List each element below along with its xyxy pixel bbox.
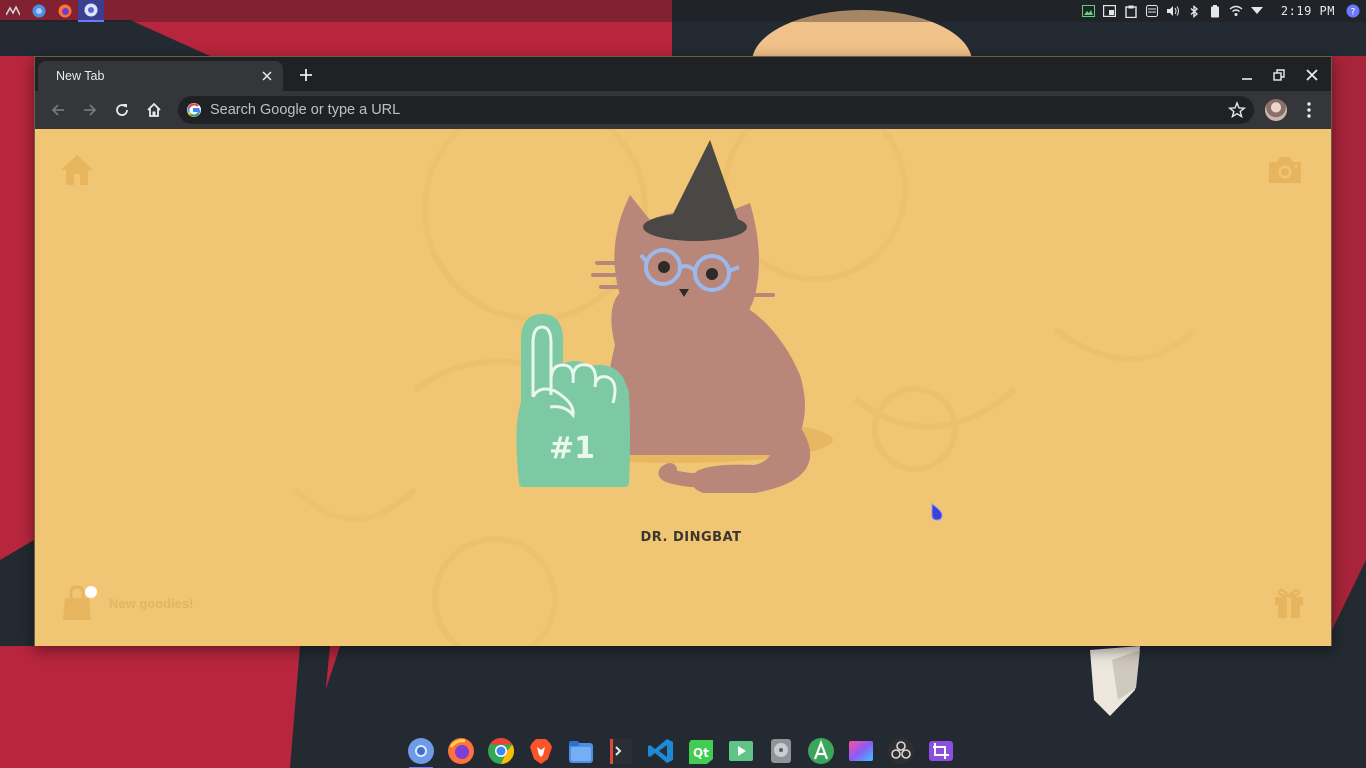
battery-icon[interactable] bbox=[1208, 4, 1222, 18]
dock-files-icon[interactable] bbox=[565, 735, 597, 767]
storage-icon[interactable] bbox=[1145, 4, 1159, 18]
dock-terminal-icon[interactable] bbox=[605, 735, 637, 767]
browser-window: New Tab Search Google or type a URL #1 D… bbox=[34, 56, 1332, 646]
bookmark-star-icon[interactable] bbox=[1228, 101, 1246, 119]
dock-qt-creator-icon[interactable]: Qt bbox=[685, 735, 717, 767]
omnibox[interactable] bbox=[178, 96, 1254, 124]
bluetooth-icon[interactable] bbox=[1187, 4, 1201, 18]
shopping-bag-icon bbox=[63, 585, 97, 620]
panel-launchers bbox=[0, 0, 104, 22]
google-icon bbox=[187, 103, 201, 117]
notification-icon[interactable]: ? bbox=[1346, 4, 1360, 18]
web-browser-icon[interactable] bbox=[26, 0, 52, 22]
home-corner-icon[interactable] bbox=[59, 153, 95, 187]
goodies-label: New goodies! bbox=[109, 595, 194, 611]
cat-name: DR. DINGBAT bbox=[640, 530, 742, 545]
dock-disk-utility-icon[interactable] bbox=[765, 735, 797, 767]
mouse-cursor-icon bbox=[931, 503, 943, 521]
tab-strip: New Tab bbox=[35, 57, 1331, 91]
dock-brave-icon[interactable] bbox=[525, 735, 557, 767]
dock: Qt bbox=[405, 734, 957, 768]
svg-text:?: ? bbox=[1351, 8, 1356, 18]
volume-icon[interactable] bbox=[1166, 4, 1180, 18]
system-tray: 2:19 PM ? bbox=[1082, 0, 1366, 22]
back-button[interactable] bbox=[46, 98, 70, 122]
clipboard-icon[interactable] bbox=[1124, 4, 1138, 18]
tab-title: New Tab bbox=[56, 69, 105, 83]
goodies-button[interactable]: New goodies! bbox=[61, 584, 194, 622]
chrome-icon[interactable] bbox=[78, 0, 104, 22]
network-icon[interactable] bbox=[1229, 4, 1243, 18]
foam-finger: #1 bbox=[516, 314, 630, 487]
restore-button[interactable] bbox=[1269, 65, 1289, 85]
close-window-button[interactable] bbox=[1302, 65, 1322, 85]
gift-icon[interactable] bbox=[1273, 585, 1305, 619]
reload-button[interactable] bbox=[110, 98, 134, 122]
image-viewer-icon[interactable] bbox=[1082, 4, 1096, 18]
camera-icon[interactable] bbox=[1267, 155, 1303, 185]
more-menu-icon[interactable] bbox=[1299, 98, 1319, 122]
home-button[interactable] bbox=[142, 98, 166, 122]
foam-finger-label: #1 bbox=[549, 431, 595, 466]
dock-vscode-icon[interactable] bbox=[645, 735, 677, 767]
dock-chrome-icon[interactable] bbox=[485, 735, 517, 767]
dock-android-studio-icon[interactable] bbox=[805, 735, 837, 767]
window-icon[interactable] bbox=[1103, 4, 1117, 18]
tab-new-tab[interactable]: New Tab bbox=[38, 61, 283, 91]
dock-crop-tool-icon[interactable] bbox=[925, 735, 957, 767]
dropdown-icon[interactable] bbox=[1250, 4, 1264, 18]
app-menu-icon[interactable] bbox=[0, 0, 26, 22]
dock-obs-icon[interactable] bbox=[885, 735, 917, 767]
dock-media-player-icon[interactable] bbox=[725, 735, 757, 767]
top-panel: 2:19 PM ? bbox=[0, 0, 1366, 22]
cat-illustration: #1 bbox=[516, 140, 833, 493]
firefox-icon[interactable] bbox=[52, 0, 78, 22]
dock-image-editor-icon[interactable] bbox=[845, 735, 877, 767]
clock[interactable]: 2:19 PM bbox=[1281, 4, 1335, 18]
dock-firefox-icon[interactable] bbox=[445, 735, 477, 767]
svg-text:Qt: Qt bbox=[693, 746, 709, 760]
toolbar bbox=[35, 91, 1331, 129]
new-tab-page: #1 DR. DINGBAT New goodies! bbox=[35, 129, 1331, 646]
profile-avatar[interactable] bbox=[1265, 99, 1287, 121]
omnibox-input[interactable] bbox=[210, 102, 1254, 118]
forward-button[interactable] bbox=[78, 98, 102, 122]
dock-chromium-icon[interactable] bbox=[405, 735, 437, 768]
minimize-button[interactable] bbox=[1237, 65, 1257, 85]
new-tab-button[interactable] bbox=[296, 65, 316, 85]
tab-close-icon[interactable] bbox=[259, 68, 275, 84]
